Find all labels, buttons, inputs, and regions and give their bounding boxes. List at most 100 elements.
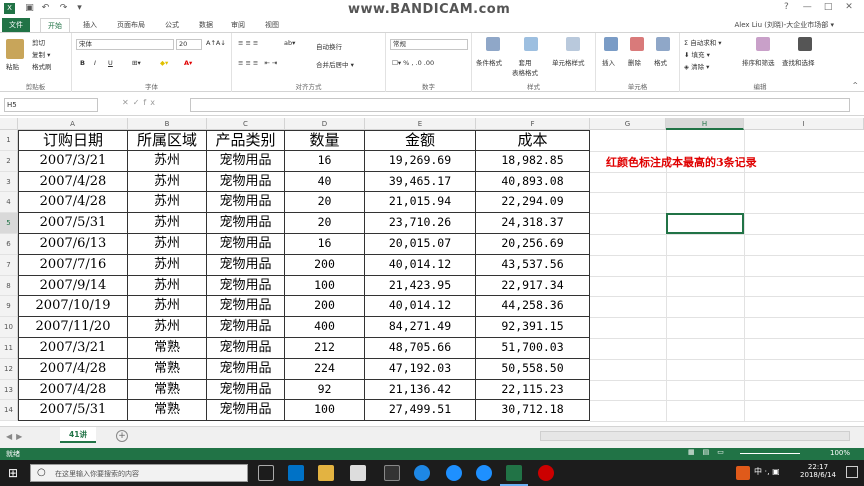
row-header-5[interactable]: 5 (0, 213, 18, 234)
conditional-format-button[interactable]: 条件格式 (476, 57, 502, 67)
data-cell[interactable]: 2007/4/28 (18, 379, 128, 401)
tab-formulas[interactable]: 公式 (158, 18, 186, 32)
tab-page-layout[interactable]: 页面布局 (110, 18, 152, 32)
format-cells-icon[interactable] (656, 37, 670, 51)
row-header-13[interactable]: 13 (0, 379, 18, 401)
border-icon[interactable]: ⊞▾ (132, 59, 141, 67)
enter-icon[interactable]: ✓ (133, 98, 144, 107)
header-cell[interactable]: 订购日期 (18, 130, 128, 151)
data-cell[interactable]: 苏州 (128, 234, 207, 255)
view-buttons[interactable]: ▦▤▭ (688, 448, 732, 456)
fill-button[interactable]: ⬇ 填充 ▾ (684, 49, 710, 59)
data-cell[interactable]: 2007/3/21 (18, 150, 128, 172)
data-cell[interactable]: 宠物用品 (207, 254, 285, 276)
data-cell[interactable]: 200 (285, 296, 365, 318)
data-cell[interactable]: 20,256.69 (476, 234, 590, 255)
add-sheet-icon[interactable]: + (116, 430, 128, 442)
fill-color-icon[interactable]: ◆▾ (160, 59, 168, 67)
column-header-c[interactable]: C (207, 118, 285, 130)
ie-icon-2[interactable] (476, 465, 492, 481)
data-cell[interactable]: 宠物用品 (207, 379, 285, 401)
data-cell[interactable]: 20 (285, 213, 365, 234)
data-cell[interactable]: 100 (285, 400, 365, 422)
column-header-e[interactable]: E (365, 118, 476, 130)
data-cell[interactable]: 2007/6/13 (18, 234, 128, 255)
data-cell[interactable]: 51,700.03 (476, 338, 590, 359)
paste-icon[interactable] (6, 39, 24, 59)
data-cell[interactable]: 24,318.37 (476, 213, 590, 234)
tab-insert[interactable]: 插入 (76, 18, 104, 32)
header-cell[interactable]: 产品类别 (207, 130, 285, 151)
data-cell[interactable]: 苏州 (128, 192, 207, 214)
cut-button[interactable]: 剪切 (32, 37, 45, 47)
cancel-icon[interactable]: ✕ (122, 98, 133, 107)
insert-cells-icon[interactable] (604, 37, 618, 51)
data-cell[interactable]: 苏州 (128, 213, 207, 234)
data-cell[interactable]: 常熟 (128, 338, 207, 359)
data-cell[interactable]: 2007/4/28 (18, 358, 128, 380)
row-header-12[interactable]: 12 (0, 358, 18, 380)
merge-center-button[interactable]: 合并后居中 ▾ (316, 59, 354, 69)
edge-icon[interactable] (414, 465, 430, 481)
data-cell[interactable]: 84,271.49 (365, 317, 476, 338)
data-cell[interactable]: 19,269.69 (365, 150, 476, 172)
data-cell[interactable]: 18,982.85 (476, 150, 590, 172)
row-header-2[interactable]: 2 (0, 150, 18, 172)
undo-icon[interactable]: ↶ (40, 3, 51, 14)
data-cell[interactable]: 47,192.03 (365, 358, 476, 380)
data-cell[interactable]: 27,499.51 (365, 400, 476, 422)
conditional-format-icon[interactable] (486, 37, 500, 51)
format-cells-button[interactable]: 格式 (654, 57, 667, 67)
data-cell[interactable]: 宠物用品 (207, 150, 285, 172)
save-icon[interactable]: ▣ (24, 3, 35, 14)
data-cell[interactable]: 宠物用品 (207, 317, 285, 338)
font-color-icon[interactable]: A▾ (184, 59, 192, 67)
data-cell[interactable]: 宠物用品 (207, 171, 285, 193)
data-cell[interactable]: 苏州 (128, 254, 207, 276)
bandicam-icon[interactable] (538, 465, 554, 481)
column-header-b[interactable]: B (128, 118, 207, 130)
wrap-text-button[interactable]: 自动换行 (316, 41, 342, 51)
data-cell[interactable]: 常熟 (128, 400, 207, 422)
task-view-icon[interactable] (258, 465, 274, 481)
orientation-icon[interactable]: ab▾ (284, 39, 295, 47)
data-cell[interactable]: 200 (285, 254, 365, 276)
file-explorer-icon[interactable] (318, 465, 334, 481)
row-header-7[interactable]: 7 (0, 254, 18, 276)
data-cell[interactable]: 22,917.34 (476, 275, 590, 297)
data-cell[interactable]: 20,015.07 (365, 234, 476, 255)
format-painter-button[interactable]: 格式刷 (32, 61, 52, 71)
data-cell[interactable]: 2007/3/21 (18, 338, 128, 359)
ime-sogou-icon[interactable] (736, 466, 750, 480)
data-cell[interactable]: 21,136.42 (365, 379, 476, 401)
header-cell[interactable]: 数量 (285, 130, 365, 151)
data-cell[interactable]: 2007/5/31 (18, 400, 128, 422)
bold-button[interactable]: B (80, 59, 85, 67)
data-cell[interactable]: 2007/4/28 (18, 171, 128, 193)
format-table-icon[interactable] (524, 37, 538, 51)
data-cell[interactable]: 2007/7/16 (18, 254, 128, 276)
data-cell[interactable]: 100 (285, 275, 365, 297)
excel-taskbar-icon[interactable] (506, 465, 522, 481)
data-cell[interactable]: 400 (285, 317, 365, 338)
data-cell[interactable]: 宠物用品 (207, 234, 285, 255)
data-cell[interactable]: 92,391.15 (476, 317, 590, 338)
tab-home[interactable]: 开始 (40, 18, 70, 32)
data-cell[interactable]: 22,115.23 (476, 379, 590, 401)
minimize-button[interactable]: — (798, 2, 816, 12)
data-cell[interactable]: 宠物用品 (207, 213, 285, 234)
delete-cells-button[interactable]: 删除 (628, 57, 641, 67)
row-header-8[interactable]: 8 (0, 275, 18, 297)
data-cell[interactable]: 22,294.09 (476, 192, 590, 214)
tab-view[interactable]: 视图 (258, 18, 286, 32)
data-cell[interactable]: 40 (285, 171, 365, 193)
close-button[interactable]: ✕ (840, 2, 858, 12)
outlook-icon[interactable] (288, 465, 304, 481)
data-cell[interactable]: 宠物用品 (207, 400, 285, 422)
data-cell[interactable]: 21,423.95 (365, 275, 476, 297)
data-cell[interactable]: 2007/11/20 (18, 317, 128, 338)
tray-icons[interactable]: 中 ·, ▣ (754, 466, 780, 477)
binoculars-icon[interactable] (798, 37, 812, 51)
redo-icon[interactable]: ↷ (58, 3, 69, 14)
data-cell[interactable]: 2007/9/14 (18, 275, 128, 297)
